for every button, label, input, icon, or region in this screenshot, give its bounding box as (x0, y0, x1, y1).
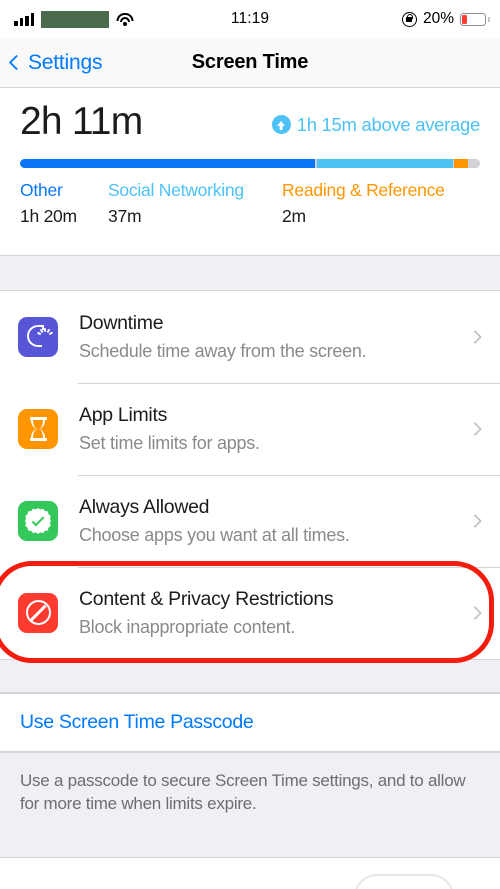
settings-row-title: Always Allowed (79, 496, 210, 518)
rounded-pill-outline (354, 874, 454, 889)
settings-row-text: Downtime Schedule time away from the scr… (79, 311, 470, 363)
legend-label: Reading & Reference (282, 179, 445, 200)
passcode-footnote-section: Use a passcode to secure Screen Time set… (0, 751, 500, 861)
use-screen-time-passcode-label: Use Screen Time Passcode (20, 710, 254, 733)
settings-row-text: Always Allowed Choose apps you want at a… (79, 495, 470, 547)
section-spacer-top (0, 254, 500, 291)
chevron-right-icon (467, 421, 483, 437)
prohibition-icon (18, 592, 58, 633)
use-screen-time-passcode-button[interactable]: Use Screen Time Passcode (0, 692, 500, 752)
hourglass-icon (18, 408, 58, 449)
settings-row-subtitle: Schedule time away from the screen. (79, 341, 367, 362)
downtime-moon-icon (18, 316, 58, 357)
legend-value: 2m (282, 205, 306, 226)
checkmark-badge-icon (18, 500, 58, 541)
usage-bar-segment-other (20, 158, 316, 168)
settings-row-subtitle: Set time limits for apps. (79, 433, 260, 454)
screen-time-settings-group: Downtime Schedule time away from the scr… (0, 290, 500, 659)
battery-percent-label: 20% (422, 10, 454, 27)
settings-row-title: Content & Privacy Restrictions (79, 588, 334, 610)
settings-row-content-privacy-restrictions[interactable]: Content & Privacy Restrictions Block ina… (0, 566, 500, 659)
usage-legend: Other 1h 20m Social Networking 37m Readi… (20, 180, 480, 227)
section-spacer-middle (0, 658, 500, 693)
settings-row-always-allowed[interactable]: Always Allowed Choose apps you want at a… (0, 474, 500, 567)
average-comparison-label: 1h 15m above average (296, 113, 481, 135)
arrow-up-circle-icon (271, 115, 291, 134)
usage-bar-segment-remaining (469, 158, 480, 168)
chevron-right-icon (467, 605, 483, 621)
legend-item-other: Other 1h 20m (20, 180, 108, 227)
battery-low-icon (460, 12, 490, 26)
rotation-lock-icon (401, 11, 417, 27)
chevron-right-icon (467, 329, 483, 345)
chevron-right-icon (467, 513, 483, 529)
chevron-left-icon (8, 54, 25, 71)
settings-row-title: Downtime (79, 312, 164, 334)
settings-row-text: App Limits Set time limits for apps. (79, 403, 470, 455)
settings-row-subtitle: Block inappropriate content. (79, 617, 296, 638)
status-bar: 11:19 20% (0, 0, 500, 38)
average-comparison: 1h 15m above average (271, 113, 481, 139)
settings-row-app-limits[interactable]: App Limits Set time limits for apps. (0, 382, 500, 475)
passcode-footnote: Use a passcode to secure Screen Time set… (20, 770, 466, 814)
back-button-label: Settings (28, 50, 103, 74)
back-button[interactable]: Settings (0, 51, 102, 75)
usage-bar-chart (20, 158, 480, 168)
bottom-partial-control (0, 857, 500, 889)
total-screen-time: 2h 11m (20, 100, 143, 143)
usage-bar-segment-social-networking (316, 158, 453, 168)
legend-label: Social Networking (108, 179, 244, 200)
legend-value: 37m (108, 205, 142, 226)
summary-header-row: 2h 11m 1h 15m above average (20, 100, 481, 143)
screen-time-summary: 2h 11m 1h 15m above average Other 1h 20m… (0, 88, 500, 233)
settings-row-title: App Limits (79, 404, 168, 426)
settings-row-subtitle: Choose apps you want at all times. (79, 525, 350, 546)
settings-row-downtime[interactable]: Downtime Schedule time away from the scr… (0, 291, 500, 383)
legend-item-social-networking: Social Networking 37m (108, 180, 282, 227)
navigation-bar: Settings Screen Time (0, 38, 500, 88)
legend-item-reading-reference: Reading & Reference 2m (282, 180, 480, 227)
usage-bar-segment-reading-reference (454, 158, 469, 168)
status-bar-right: 20% (401, 10, 490, 28)
legend-value: 1h 20m (20, 205, 77, 226)
legend-label: Other (20, 179, 63, 200)
settings-row-text: Content & Privacy Restrictions Block ina… (79, 587, 470, 639)
